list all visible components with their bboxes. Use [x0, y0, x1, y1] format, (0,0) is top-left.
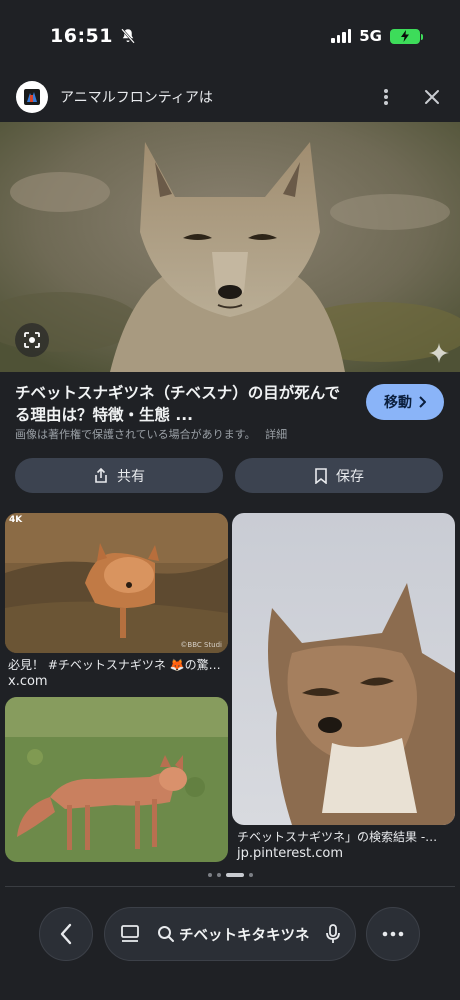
battery-charging-icon	[390, 28, 423, 44]
more-horiz-icon	[382, 931, 404, 937]
related-caption-1[interactable]: 必見！ #チベットスナギツネ 🦊の驚…	[8, 656, 226, 673]
image-watermark: ©BBC Studi	[180, 641, 222, 649]
more-vert-icon[interactable]	[374, 85, 398, 109]
status-bar: 16:51 5G	[0, 0, 460, 72]
signal-icon	[331, 29, 352, 43]
result-title[interactable]: チベットスナギツネ（チベスナ）の目が死んでる理由は？特徴・生態 ...	[15, 382, 350, 426]
search-icon	[158, 926, 174, 942]
carousel-dot	[216, 873, 221, 877]
visit-button[interactable]: 移動	[366, 384, 444, 420]
related-image-3[interactable]	[5, 697, 228, 862]
chevron-right-icon	[419, 396, 426, 408]
related-image-2[interactable]	[232, 513, 455, 825]
search-bar[interactable]: チベットキタキツネ	[104, 907, 356, 961]
share-icon	[95, 467, 107, 483]
related-domain-1[interactable]: x.com	[8, 674, 48, 689]
status-time: 16:51	[50, 25, 113, 47]
close-icon[interactable]	[420, 85, 444, 109]
save-button[interactable]: 保存	[235, 458, 443, 493]
copyright-text: 画像は著作権で保護されている場合があります。	[15, 428, 256, 441]
bell-off-icon	[121, 28, 135, 44]
main-image[interactable]	[0, 122, 460, 372]
lens-search-icon[interactable]	[15, 323, 49, 357]
visit-label: 移動	[384, 395, 412, 411]
related-image-1[interactable]: 4K ©BBC Studi	[5, 513, 228, 653]
related-domain-2[interactable]: jp.pinterest.com	[237, 846, 343, 861]
chevron-left-icon	[60, 923, 72, 945]
divider	[5, 886, 455, 887]
source-title[interactable]: アニマルフロンティアは	[60, 87, 213, 107]
result-title-block: チベットスナギツネ（チベスナ）の目が死んでる理由は？特徴・生態 ...	[15, 382, 350, 426]
carousel-dot	[248, 873, 253, 877]
site-logo-icon[interactable]	[16, 81, 48, 113]
carousel-dot-active	[225, 873, 244, 877]
source-header: アニマルフロンティアは	[0, 72, 460, 122]
sparkle-icon	[429, 343, 449, 363]
copyright-notice: 画像は著作権で保護されている場合があります。 詳細	[15, 426, 287, 442]
back-button[interactable]	[39, 907, 93, 961]
save-label: 保存	[336, 468, 364, 485]
carousel-dot	[207, 873, 212, 877]
resolution-badge: 4K	[9, 515, 23, 525]
more-options-button[interactable]	[366, 907, 420, 961]
details-link[interactable]: 詳細	[265, 428, 287, 441]
share-button[interactable]: 共有	[15, 458, 223, 493]
related-caption-2[interactable]: チベットスナギツネ」の検索結果 -…	[237, 828, 453, 845]
carousel-indicator	[0, 870, 460, 880]
share-label: 共有	[117, 468, 145, 485]
microphone-icon[interactable]	[325, 923, 341, 945]
tabs-icon[interactable]	[119, 923, 141, 945]
search-query[interactable]: チベットキタキツネ	[179, 924, 310, 945]
network-type: 5G	[359, 27, 382, 45]
bookmark-icon	[315, 467, 327, 484]
